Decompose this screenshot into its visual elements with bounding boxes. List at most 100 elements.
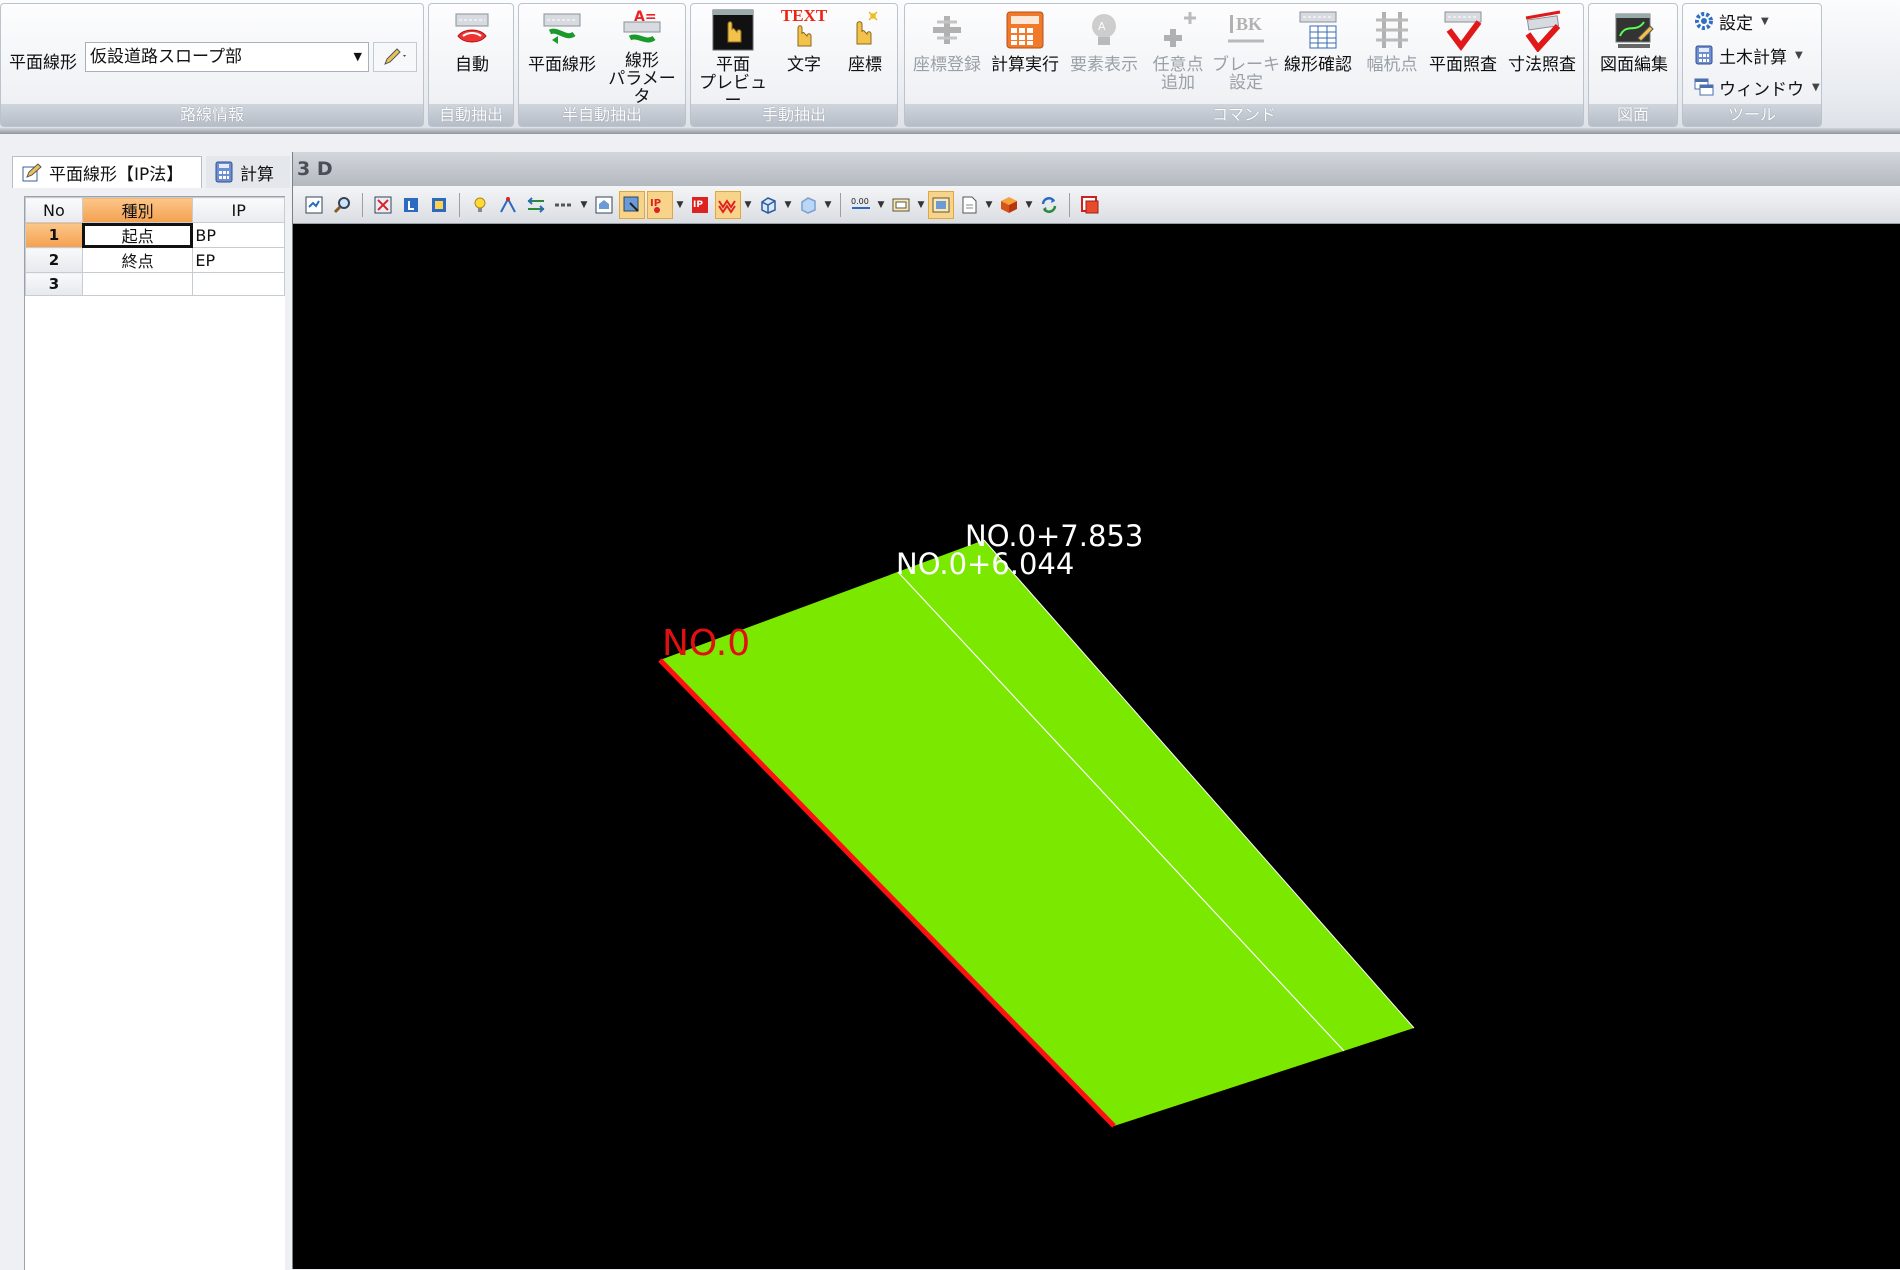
svg-text:IP: IP bbox=[650, 198, 661, 209]
measure-icon bbox=[500, 196, 516, 212]
chevron-down-icon[interactable]: ▼ bbox=[823, 200, 833, 210]
chevron-down-icon[interactable]: ▼ bbox=[743, 200, 753, 210]
line-style-button[interactable] bbox=[551, 191, 577, 219]
coordinate-register-button[interactable]: 座標登録 bbox=[909, 8, 985, 98]
route-label: 平面線形 bbox=[9, 53, 77, 73]
export-button[interactable] bbox=[1077, 191, 1103, 219]
text-pick-button[interactable]: TEXT 文字 bbox=[775, 7, 833, 98]
hatch-button[interactable] bbox=[715, 190, 741, 219]
ip-cell[interactable]: BP bbox=[192, 222, 285, 248]
window-menu[interactable]: ウィンドウ ▼ bbox=[1693, 74, 1820, 100]
chevron-down-icon[interactable]: ▼ bbox=[675, 200, 685, 210]
box-icon bbox=[761, 196, 776, 214]
row-number[interactable]: 1 bbox=[25, 222, 83, 248]
transparency-button[interactable] bbox=[795, 191, 821, 219]
civil-calc-menu[interactable]: 土木計算 ▼ bbox=[1693, 42, 1803, 68]
ip-cell[interactable] bbox=[192, 272, 285, 296]
hatch-icon bbox=[718, 198, 736, 214]
ip-line-button[interactable]: IP bbox=[687, 191, 713, 219]
viewer-toolbar: ▼ IP ▼ IP ▼ ▼ ▼ 0.00 ▼ ▼ ▼ ▼ bbox=[293, 186, 1900, 224]
kind-cell[interactable] bbox=[81, 272, 194, 296]
view-front-button[interactable] bbox=[591, 191, 617, 219]
table-row[interactable]: 2 終点 EP bbox=[25, 247, 285, 273]
table-row[interactable]: 3 bbox=[25, 272, 285, 296]
section-button[interactable] bbox=[523, 191, 549, 219]
drawing-edit-button[interactable]: 図面編集 bbox=[1595, 8, 1673, 98]
ip-label-icon: IP bbox=[650, 198, 661, 213]
kind-cell[interactable]: 終点 bbox=[81, 247, 194, 273]
group-label-command: コマンド bbox=[905, 104, 1583, 126]
calculate-icon bbox=[1003, 8, 1047, 52]
viewport-3d[interactable]: NO.0 NO.0+6.044 NO.0+7.853 bbox=[293, 224, 1900, 1269]
zoom-prev-button[interactable] bbox=[398, 191, 424, 219]
magnifier-icon bbox=[333, 196, 350, 213]
tab-calculation[interactable]: 計算 bbox=[206, 156, 290, 188]
snapshot-icon bbox=[932, 197, 950, 212]
plane-alignment-icon bbox=[540, 8, 584, 52]
break-setting-button[interactable]: BK ブレーキ 設定 bbox=[1211, 8, 1281, 98]
table-row[interactable]: 1 起点 BP bbox=[25, 222, 285, 248]
plane-check-button[interactable]: 平面照査 bbox=[1423, 8, 1503, 98]
tab-plane-alignment-ip[interactable]: 平面線形【IP法】 bbox=[12, 156, 202, 188]
coordinate-pick-label: 座標 bbox=[848, 55, 882, 75]
box-button[interactable] bbox=[755, 191, 781, 219]
text-pick-label: 文字 bbox=[787, 55, 821, 75]
row-number[interactable]: 2 bbox=[25, 247, 83, 273]
kind-cell[interactable]: 起点 bbox=[81, 222, 194, 248]
group-label-tools: ツール bbox=[1683, 104, 1821, 126]
group-label-auto-extract: 自動抽出 bbox=[429, 104, 513, 126]
coordinate-pick-icon bbox=[843, 8, 887, 52]
settings-menu[interactable]: 設定 ▼ bbox=[1693, 8, 1769, 34]
house-view-icon bbox=[595, 196, 613, 213]
material-button[interactable] bbox=[996, 191, 1022, 219]
frame-button[interactable] bbox=[888, 191, 914, 219]
light-button[interactable] bbox=[467, 191, 493, 219]
element-display-button[interactable]: A 要素表示 bbox=[1065, 8, 1143, 98]
width-stake-button[interactable]: 幅杭点 bbox=[1359, 8, 1425, 98]
measure-button[interactable] bbox=[495, 191, 521, 219]
ip-cell[interactable]: EP bbox=[192, 247, 285, 273]
chevron-down-icon: ▼ bbox=[1761, 15, 1769, 27]
drawing-edit-label: 図面編集 bbox=[1600, 55, 1668, 75]
zoom-button[interactable] bbox=[329, 191, 355, 219]
zoom-all-button[interactable] bbox=[426, 191, 452, 219]
zoom-window-button[interactable] bbox=[370, 191, 396, 219]
fit-view-button[interactable] bbox=[301, 191, 327, 219]
column-header-ip[interactable]: IP bbox=[192, 197, 285, 223]
calculate-button[interactable]: 計算実行 bbox=[987, 8, 1063, 98]
route-edit-button[interactable] bbox=[373, 42, 417, 72]
zoom-window-icon bbox=[374, 196, 392, 213]
display-mode-button[interactable] bbox=[619, 190, 645, 219]
document-button[interactable] bbox=[956, 191, 982, 219]
column-header-no[interactable]: No bbox=[25, 197, 83, 223]
auto-extract-button[interactable]: 自動 bbox=[437, 8, 507, 98]
chevron-down-icon[interactable]: ▼ bbox=[984, 200, 994, 210]
alignment-check-button[interactable]: 線形確認 bbox=[1279, 8, 1357, 98]
transparent-box-icon bbox=[801, 196, 816, 214]
auto-extract-label: 自動 bbox=[455, 55, 489, 75]
dimension-check-button[interactable]: 寸法照査 bbox=[1503, 8, 1581, 98]
row-number[interactable]: 3 bbox=[25, 272, 83, 296]
chevron-down-icon[interactable]: ▼ bbox=[579, 200, 589, 210]
coordinate-pick-button[interactable]: 座標 bbox=[837, 8, 893, 98]
route-select[interactable]: 仮設道路スロープ部 ▼ bbox=[85, 42, 369, 72]
alignment-parameter-button[interactable]: A= 線形 パラメータ bbox=[603, 8, 681, 106]
civil-calc-icon bbox=[1693, 44, 1715, 66]
alignment-parameter-label: 線形 パラメータ bbox=[608, 51, 676, 107]
chevron-down-icon[interactable]: ▼ bbox=[916, 200, 926, 210]
group-command: 座標登録 計算実行 A 要素表示 任意点 追加 BK ブレーキ 設定 線形確認 … bbox=[904, 3, 1584, 127]
add-point-button[interactable]: 任意点 追加 bbox=[1145, 8, 1211, 98]
snapshot-button[interactable] bbox=[928, 190, 954, 219]
chevron-down-icon[interactable]: ▼ bbox=[876, 200, 886, 210]
calculate-label: 計算実行 bbox=[991, 55, 1059, 75]
plane-alignment-button[interactable]: 平面線形 bbox=[525, 8, 599, 98]
dimension-button[interactable]: 0.00 bbox=[848, 191, 874, 219]
chevron-down-icon[interactable]: ▼ bbox=[1024, 200, 1034, 210]
plane-preview-button[interactable]: 平面 プレビュー bbox=[695, 8, 771, 110]
refresh-button[interactable] bbox=[1036, 191, 1062, 219]
ip-display-button[interactable]: IP bbox=[647, 190, 673, 219]
chevron-down-icon[interactable]: ▼ bbox=[783, 200, 793, 210]
column-header-kind[interactable]: 種別 bbox=[81, 197, 194, 223]
section-icon bbox=[527, 196, 545, 213]
add-point-label: 任意点 追加 bbox=[1152, 55, 1204, 93]
